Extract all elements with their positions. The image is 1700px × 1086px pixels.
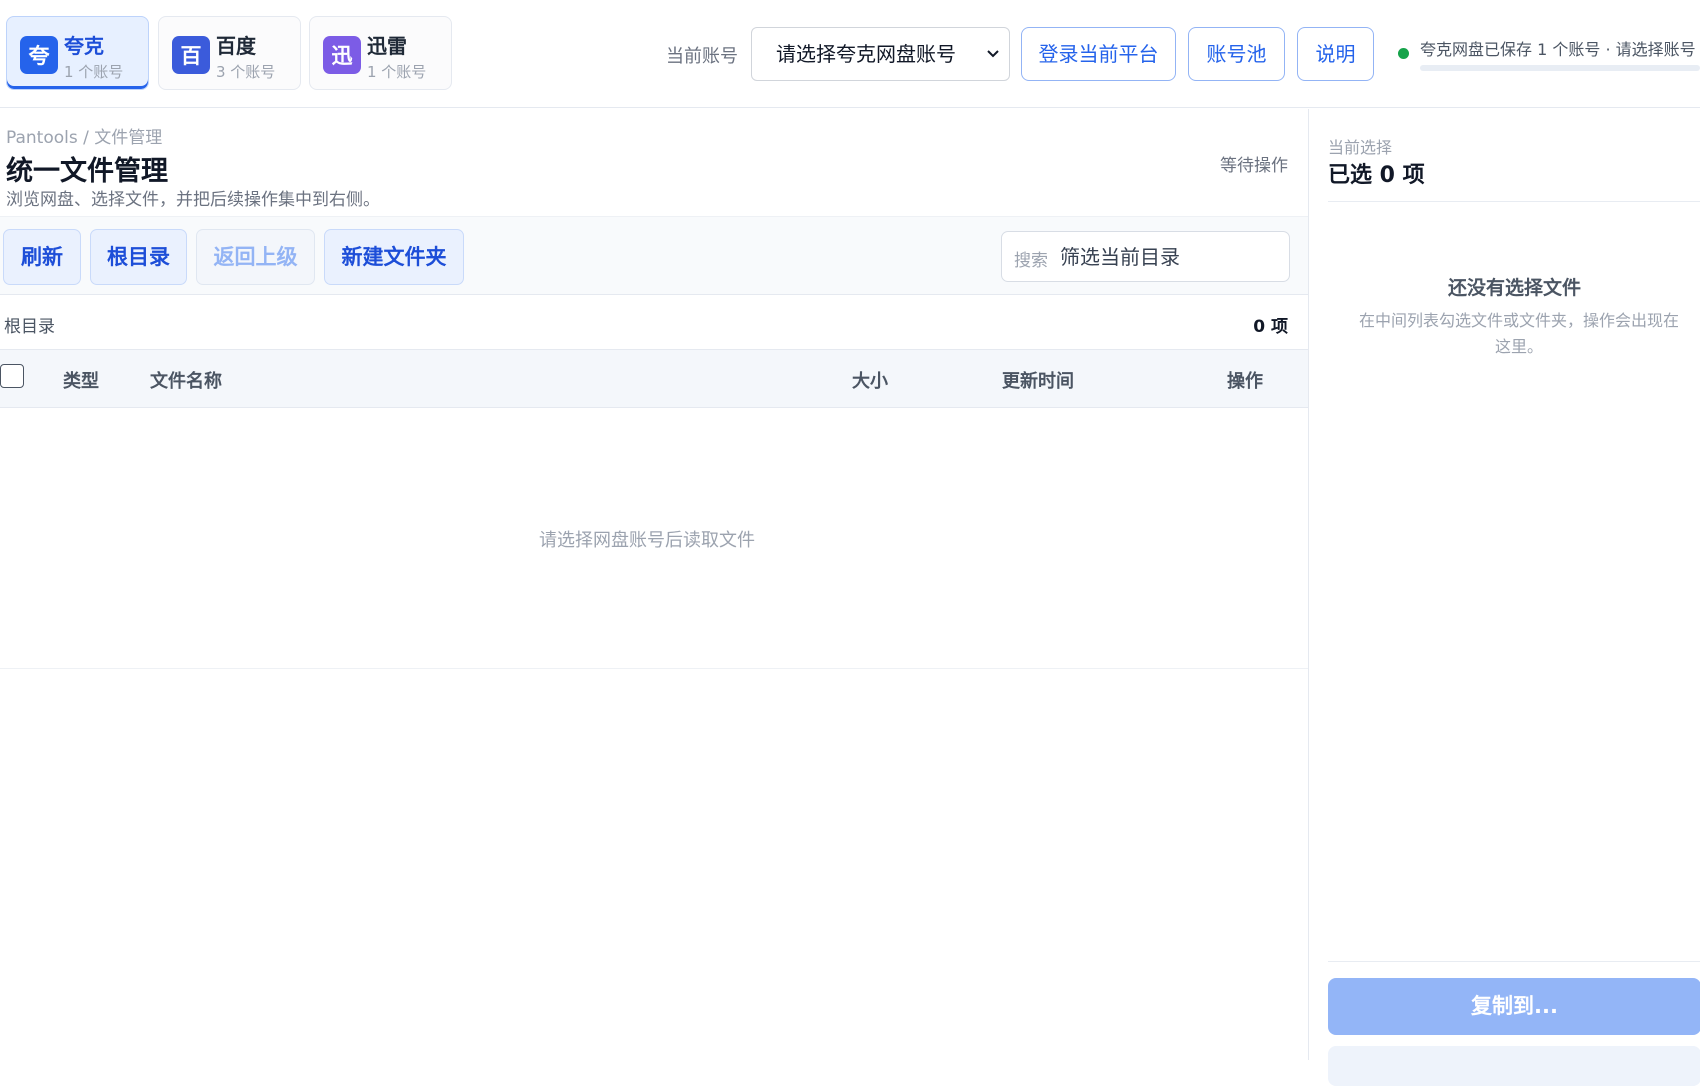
copy-to-button[interactable]: 复制到... <box>1328 978 1700 1035</box>
selection-sidebar: 当前选择 已选 0 项 还没有选择文件 在中间列表勾选文件或文件夹，操作会出现在… <box>1308 109 1700 1086</box>
status-text: 夸克网盘已保存 1 个账号 · 请选择账号 <box>1420 40 1696 59</box>
page-title: 统一文件管理 <box>6 156 168 187</box>
divider <box>1328 961 1700 962</box>
account-label: 当前账号 <box>666 46 738 67</box>
operation-state: 等待操作 <box>1220 156 1288 176</box>
secondary-action-button[interactable] <box>1328 1046 1700 1086</box>
platform-tab-baidu[interactable]: 百 百度 3 个账号 <box>158 16 301 90</box>
selection-count: 已选 0 项 <box>1328 163 1425 188</box>
item-count: 0 项 <box>1253 317 1288 337</box>
platform-account-count: 1 个账号 <box>64 63 124 81</box>
account-select-value: 请选择夸克网盘账号 <box>776 42 956 66</box>
login-platform-button[interactable]: 登录当前平台 <box>1021 27 1176 81</box>
platform-name: 迅雷 <box>367 34 407 58</box>
account-pool-button[interactable]: 账号池 <box>1188 27 1285 81</box>
column-type[interactable]: 类型 <box>63 367 99 393</box>
chevron-down-icon <box>985 28 1001 101</box>
path-row: 根目录 0 项 <box>0 296 1308 350</box>
empty-selection-desc: 在中间列表勾选文件或文件夹，操作会出现在这里。 <box>1358 311 1679 356</box>
baidu-logo-icon: 百 <box>172 36 210 74</box>
platform-account-count: 3 个账号 <box>216 63 276 81</box>
help-button[interactable]: 说明 <box>1297 27 1374 81</box>
breadcrumb: Pantools / 文件管理 <box>6 128 163 148</box>
search-input[interactable] <box>1060 232 1280 281</box>
column-name[interactable]: 文件名称 <box>150 367 222 393</box>
platform-tab-xunlei[interactable]: 迅 迅雷 1 个账号 <box>309 16 452 90</box>
search-label: 搜索 <box>1014 251 1048 271</box>
xunlei-logo-icon: 迅 <box>323 36 361 74</box>
table-header: 类型 文件名称 大小 更新时间 操作 <box>0 350 1308 408</box>
selection-label: 当前选择 <box>1328 138 1393 157</box>
select-all-checkbox[interactable] <box>0 364 24 388</box>
new-folder-button[interactable]: 新建文件夹 <box>324 229 464 285</box>
top-bar: 夸 夸克 1 个账号 百 百度 3 个账号 迅 迅雷 1 个账号 当前账号 请选… <box>0 0 1700 108</box>
quark-logo-icon: 夸 <box>20 36 58 74</box>
account-select[interactable]: 请选择夸克网盘账号 <box>751 27 1010 81</box>
platform-name: 百度 <box>216 34 256 58</box>
status-dot-icon <box>1398 48 1409 59</box>
go-up-button[interactable]: 返回上级 <box>196 229 315 285</box>
page-subtitle: 浏览网盘、选择文件，并把后续操作集中到右侧。 <box>6 190 380 210</box>
search-box: 搜索 <box>1001 231 1290 282</box>
empty-message: 请选择网盘账号后读取文件 <box>539 530 755 551</box>
divider <box>1328 201 1700 202</box>
empty-selection-title: 还没有选择文件 <box>1447 277 1581 299</box>
platform-name: 夸克 <box>64 34 104 58</box>
platform-tab-quark[interactable]: 夸 夸克 1 个账号 <box>6 16 149 90</box>
column-actions: 操作 <box>1227 371 1263 392</box>
current-path: 根目录 <box>4 317 55 337</box>
file-list-empty: 请选择网盘账号后读取文件 <box>0 408 1308 669</box>
column-updated[interactable]: 更新时间 <box>1002 367 1074 393</box>
column-size[interactable]: 大小 <box>852 367 888 393</box>
refresh-button[interactable]: 刷新 <box>3 229 81 285</box>
root-dir-button[interactable]: 根目录 <box>90 229 187 285</box>
status-progress-track <box>1420 65 1700 71</box>
platform-account-count: 1 个账号 <box>367 63 427 81</box>
file-manager-main: Pantools / 文件管理 统一文件管理 浏览网盘、选择文件，并把后续操作集… <box>0 109 1308 1060</box>
